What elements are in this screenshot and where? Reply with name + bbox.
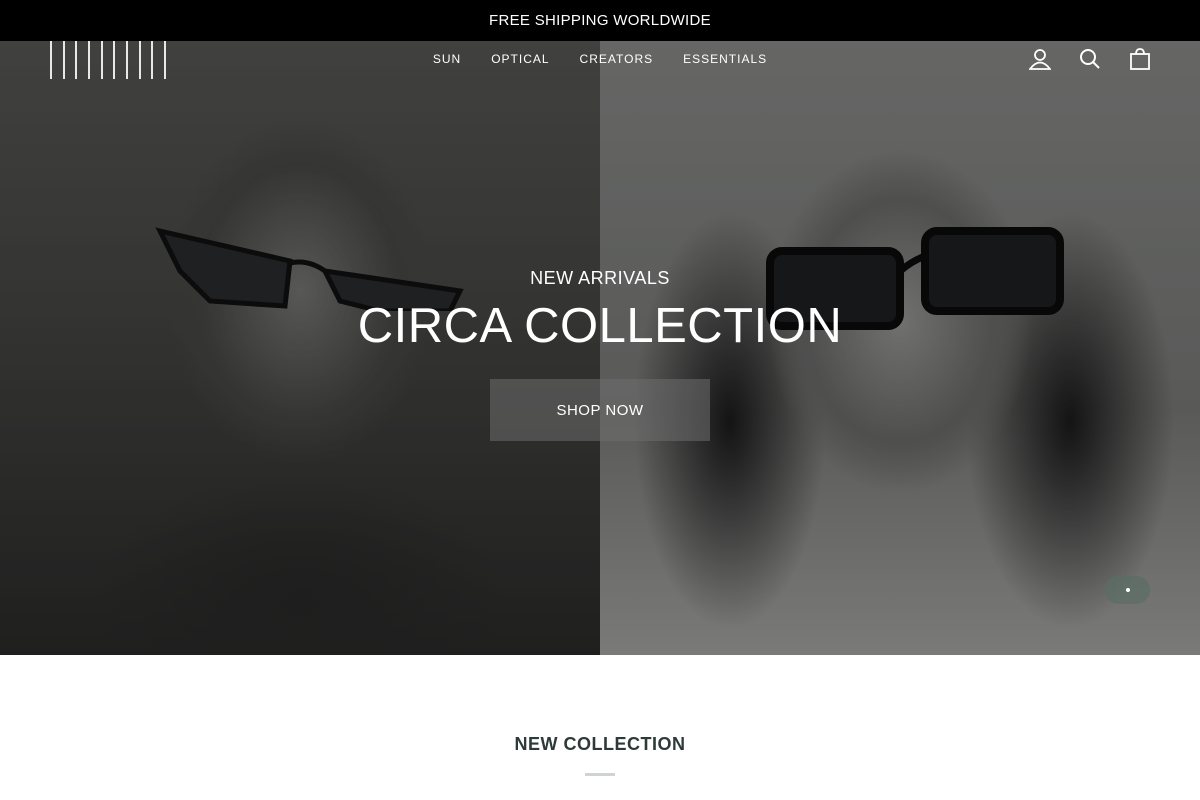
section-title: NEW COLLECTION xyxy=(514,734,686,754)
nav-item-creators[interactable]: CREATORS xyxy=(580,49,654,69)
hero-headline: CIRCA COLLECTION xyxy=(357,299,843,353)
cart-icon[interactable] xyxy=(1128,46,1152,72)
main-navigation: SUN OPTICAL CREATORS ESSENTIALS xyxy=(0,49,1200,69)
nav-item-essentials[interactable]: ESSENTIALS xyxy=(683,49,767,69)
hero-eyebrow: NEW ARRIVALS xyxy=(530,268,670,288)
nav-item-sun[interactable]: SUN xyxy=(433,49,461,69)
nav-item-optical[interactable]: OPTICAL xyxy=(491,49,549,69)
slide-dot-active[interactable] xyxy=(1125,588,1130,592)
slideshow-pagination[interactable] xyxy=(1105,576,1150,604)
account-icon[interactable] xyxy=(1028,46,1052,72)
header-actions xyxy=(1028,46,1152,72)
announcement-bar: FREE SHIPPING WORLDWIDE xyxy=(0,0,1200,41)
section-divider xyxy=(585,773,615,776)
search-icon[interactable] xyxy=(1078,46,1102,72)
announcement-text: FREE SHIPPING WORLDWIDE xyxy=(489,12,711,29)
shop-now-button[interactable]: SHOP NOW xyxy=(490,379,710,441)
